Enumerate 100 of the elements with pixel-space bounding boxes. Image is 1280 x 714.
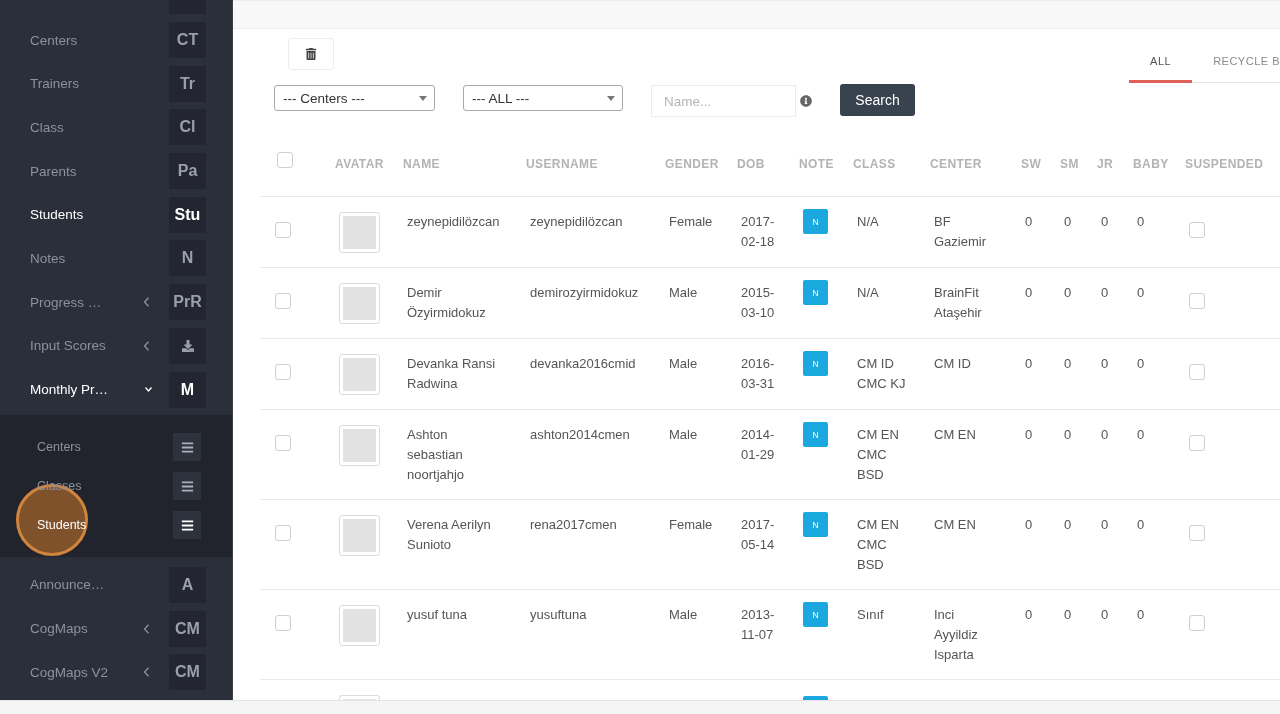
sw-count: 0 [1025, 516, 1033, 534]
suspended-header: SUSPENDED [1185, 157, 1264, 171]
center-name: BrainFit Ataşehir [934, 284, 983, 322]
status-select[interactable]: --- ALL --- [463, 85, 623, 111]
username: yusuftuna [530, 606, 587, 624]
baby-count: 0 [1137, 355, 1145, 373]
class-name: CM EN CMC BSD [857, 516, 900, 574]
jr-count: 0 [1101, 284, 1109, 302]
dropdown-caret-icon [607, 95, 615, 101]
sw-header: SW [1021, 157, 1042, 171]
suspended-checkbox[interactable] [1189, 222, 1205, 238]
sidebar-item[interactable]: Parents [30, 163, 77, 179]
row-checkbox[interactable] [275, 435, 291, 451]
student-name: Devanka Ransi Radwina [407, 355, 497, 393]
sm-count: 0 [1064, 355, 1072, 373]
sw-count: 0 [1025, 284, 1033, 302]
baby-count: 0 [1137, 426, 1145, 444]
note-button[interactable] [803, 696, 828, 700]
sm-count: 0 [1064, 284, 1072, 302]
class-name: CM EN CMC BSD [857, 426, 900, 484]
note-button[interactable]: N [803, 351, 828, 376]
no-image-placeholder [339, 515, 380, 556]
no-image-placeholder [339, 425, 380, 466]
row-checkbox[interactable] [275, 525, 291, 541]
gender: Male [669, 606, 698, 624]
username-header: USERNAME [526, 157, 598, 171]
submenu-item[interactable]: Centers [37, 440, 81, 455]
menu-abbreviation: CM [169, 654, 206, 691]
sidebar-item[interactable]: Notes [30, 250, 66, 266]
row-checkbox[interactable] [275, 615, 291, 631]
baby-count: 0 [1137, 516, 1145, 534]
menu-abbreviation: Stu [169, 196, 206, 233]
center-header: CENTER [930, 157, 982, 171]
no-image-placeholder [339, 212, 380, 253]
note-button[interactable]: N [803, 602, 828, 627]
baby-count: 0 [1137, 606, 1145, 624]
menu-abbreviation: Cl [169, 109, 206, 146]
center-select[interactable]: --- Centers --- [274, 85, 435, 111]
sidebar-item[interactable]: CogMaps V2 [30, 664, 109, 680]
note-button[interactable]: N [803, 512, 828, 537]
note-button[interactable]: N [803, 280, 828, 305]
row-checkbox[interactable] [275, 364, 291, 380]
info-icon [800, 95, 812, 107]
baby-count: 0 [1137, 213, 1145, 231]
sidebar-item[interactable]: Class [30, 119, 64, 135]
center-name: CM EN [934, 516, 976, 534]
note-button[interactable]: N [803, 209, 828, 234]
suspended-checkbox[interactable] [1189, 435, 1205, 451]
menu-abbreviation: PrR [169, 284, 206, 321]
class-name: N/A [857, 213, 879, 231]
sidebar-item[interactable]: Monthly Pr… [30, 382, 109, 398]
submenu-item[interactable]: Classes [37, 479, 82, 494]
username: demirozyirmidokuz [530, 284, 639, 302]
jr-count: 0 [1101, 355, 1109, 373]
sidebar-item[interactable]: Trainers [30, 76, 79, 92]
baby-header: BABY [1133, 157, 1169, 171]
sidebar-item[interactable]: Input Scores [30, 338, 106, 354]
name-search-field[interactable]: Name... [651, 85, 796, 117]
suspended-checkbox[interactable] [1189, 293, 1205, 309]
student-name: zeynepidilözcan [407, 213, 500, 231]
student-name: Verena Aerilyn Sunioto [407, 516, 492, 554]
suspended-checkbox[interactable] [1189, 615, 1205, 631]
date-of-birth: 2015-03-10 [741, 284, 776, 322]
menu-icon [173, 511, 201, 540]
jr-count: 0 [1101, 426, 1109, 444]
menu-abbreviation: CM [169, 610, 206, 647]
avatar-header: AVATAR [335, 157, 384, 171]
delete-button[interactable] [288, 38, 334, 70]
row-checkbox[interactable] [275, 222, 291, 238]
sw-count: 0 [1025, 355, 1033, 373]
jr-count: 0 [1101, 516, 1109, 534]
suspended-checkbox[interactable] [1189, 525, 1205, 541]
student-name: yusuf tuna [407, 606, 467, 624]
sidebar-item[interactable]: Students [30, 207, 84, 223]
sidebar-item[interactable]: Centers [30, 32, 78, 48]
gender: Female [669, 213, 713, 231]
center-name: BF Gaziemir [934, 213, 987, 251]
name-header: NAME [403, 157, 440, 171]
search-button[interactable]: Search [840, 84, 915, 116]
row-checkbox[interactable] [275, 293, 291, 309]
dob-header: DOB [737, 157, 765, 171]
menu-abbreviation: N [169, 240, 206, 277]
select-all-checkbox[interactable] [277, 152, 293, 168]
tab[interactable]: RECYCLE B [1192, 40, 1280, 83]
note-button[interactable]: N [803, 422, 828, 447]
sidebar-item[interactable]: Progress … [30, 294, 102, 310]
date-of-birth: 2016-03-31 [741, 355, 776, 393]
date-of-birth: 2013-11-07 [741, 606, 776, 644]
submenu-item[interactable]: Students [37, 518, 87, 533]
menu-abbreviation: Tr [169, 65, 206, 102]
no-image-placeholder [339, 354, 380, 395]
sidebar-item[interactable]: Announce… [30, 577, 105, 593]
sm-count: 0 [1064, 516, 1072, 534]
tab[interactable]: ALL [1129, 40, 1193, 83]
suspended-checkbox[interactable] [1189, 364, 1205, 380]
sm-count: 0 [1064, 606, 1072, 624]
menu-abbreviation: Pa [169, 153, 206, 190]
sidebar-item[interactable]: CogMaps [30, 621, 88, 637]
menu-abbreviation: M [169, 371, 206, 408]
sw-count: 0 [1025, 606, 1033, 624]
